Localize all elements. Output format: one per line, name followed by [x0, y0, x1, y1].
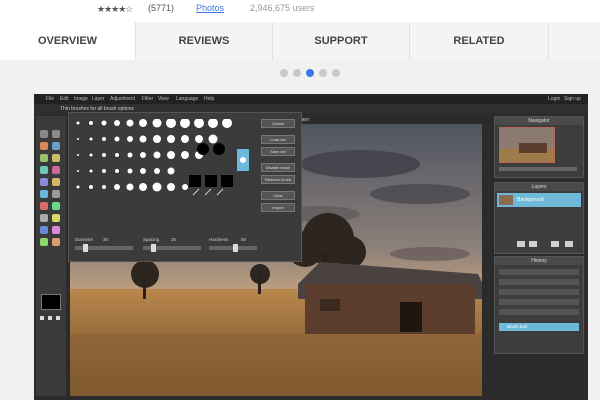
navigator-thumbnail[interactable]	[499, 127, 555, 163]
brush-disable-button[interactable]: Disable brush	[261, 163, 295, 172]
move-tool-icon	[40, 130, 48, 138]
carousel-dot-3[interactable]	[306, 69, 314, 77]
category-link[interactable]: Photos	[196, 3, 224, 13]
history-item[interactable]	[499, 309, 579, 315]
menu-signup: Sign up	[564, 96, 581, 102]
history-title: History	[495, 257, 583, 265]
clone-tool-icon	[40, 190, 48, 198]
brush-remove-button[interactable]: Remove brush	[261, 175, 295, 184]
brush-grid[interactable]	[73, 119, 263, 219]
blur-tool-icon	[52, 190, 60, 198]
layer-style-icon[interactable]	[517, 241, 525, 247]
menu-filter: Filter	[142, 96, 154, 102]
rating-stars: ★★★★☆	[97, 4, 133, 14]
zoom-tool-icon	[40, 226, 48, 234]
layer-mask-icon[interactable]	[529, 241, 537, 247]
menu-help: Help	[204, 96, 215, 102]
eyedropper-tool-icon	[52, 226, 60, 234]
diameter-value: 30	[103, 237, 109, 242]
menu-layer: Layer	[92, 96, 105, 102]
carousel-dot-1[interactable]	[280, 69, 288, 77]
pencil-tool-icon	[40, 166, 48, 174]
crop-tool-icon	[40, 154, 48, 162]
brush-save-button[interactable]: Save set	[261, 147, 295, 156]
sponge-tool-icon	[40, 202, 48, 210]
store-meta-bar: ★★★★☆ (5771) Photos 2,946,675 users	[0, 0, 600, 23]
history-panel: History Brush tool	[494, 256, 584, 354]
view-mode-icons	[40, 316, 62, 326]
layer-thumbnail	[499, 195, 513, 205]
hardness-label: Hardness	[209, 237, 229, 242]
rating-count: (5771)	[148, 3, 175, 13]
tab-related[interactable]: RELATED	[410, 22, 549, 60]
diameter-slider-knob[interactable]	[83, 244, 88, 252]
wand-tool-icon	[52, 142, 60, 150]
menu-language: Language	[176, 96, 199, 102]
shape-tool-icon	[40, 238, 48, 246]
menu-image: Image	[74, 96, 88, 102]
new-layer-icon[interactable]	[551, 241, 559, 247]
fill-tool-icon	[40, 178, 48, 186]
carousel-dot-2[interactable]	[293, 69, 301, 77]
navigator-panel: Navigator	[494, 116, 584, 178]
user-count: 2,946,675 users	[250, 3, 315, 13]
redeye-tool-icon	[52, 238, 60, 246]
app-screenshot[interactable]: File Edit Image Layer Adjustment Filter …	[34, 94, 588, 400]
history-item[interactable]	[499, 299, 579, 305]
layers-title: Layers	[495, 183, 583, 191]
brush-load-button[interactable]: Load set	[261, 135, 295, 144]
brush-clear-button[interactable]: Clear	[261, 191, 295, 200]
carousel-dot-4[interactable]	[319, 69, 327, 77]
spacing-value: 25	[171, 237, 177, 242]
tab-support[interactable]: SUPPORT	[273, 22, 410, 60]
brush-popup: Create Load set Save set Disable brush R…	[68, 112, 302, 262]
spacing-slider-knob[interactable]	[151, 244, 156, 252]
layers-panel: Layers Background	[494, 182, 584, 254]
hardness-value: 50	[241, 237, 247, 242]
history-item[interactable]	[499, 279, 579, 285]
menu-adjustment: Adjustment	[110, 96, 136, 102]
tab-bar: OVERVIEW REVIEWS SUPPORT RELATED	[0, 22, 600, 61]
toolbox	[36, 116, 66, 396]
zoom-slider[interactable]	[499, 167, 577, 171]
hand-tool-icon	[52, 214, 60, 222]
brush-import-button[interactable]: Import	[261, 203, 295, 212]
menu-edit: Edit	[60, 96, 69, 102]
hardness-slider-knob[interactable]	[233, 244, 238, 252]
gradient-tool-icon	[52, 178, 60, 186]
delete-layer-icon[interactable]	[565, 241, 573, 247]
layer-name: Background	[517, 197, 544, 203]
menu-view: View	[158, 96, 169, 102]
layer-row[interactable]: Background	[497, 193, 581, 207]
right-panels: Navigator Layers Background History Brus…	[494, 116, 584, 396]
spacing-label: Spacing	[143, 237, 160, 242]
history-selected-label: Brush tool	[507, 324, 528, 329]
color-swatch[interactable]	[41, 294, 61, 310]
diameter-label: Diameter	[75, 237, 94, 242]
tab-overview[interactable]: OVERVIEW	[0, 22, 136, 61]
history-item[interactable]	[499, 269, 579, 275]
history-item-selected[interactable]: Brush tool	[499, 323, 579, 331]
tab-reviews[interactable]: REVIEWS	[136, 22, 273, 60]
editor-menubar: File Edit Image Layer Adjustment Filter …	[34, 94, 588, 104]
select-tool-icon	[52, 130, 60, 138]
history-item[interactable]	[499, 289, 579, 295]
eraser-tool-icon	[52, 166, 60, 174]
dodge-tool-icon	[52, 202, 60, 210]
menu-file: File	[46, 96, 55, 102]
brush-tool-icon	[52, 154, 60, 162]
tab-more[interactable]	[549, 22, 600, 60]
brush-create-button[interactable]: Create	[261, 119, 295, 128]
text-tool-icon	[40, 214, 48, 222]
menu-login: Login	[548, 96, 561, 102]
navigator-title: Navigator	[495, 117, 583, 125]
carousel-dot-5[interactable]	[332, 69, 340, 77]
lasso-tool-icon	[40, 142, 48, 150]
